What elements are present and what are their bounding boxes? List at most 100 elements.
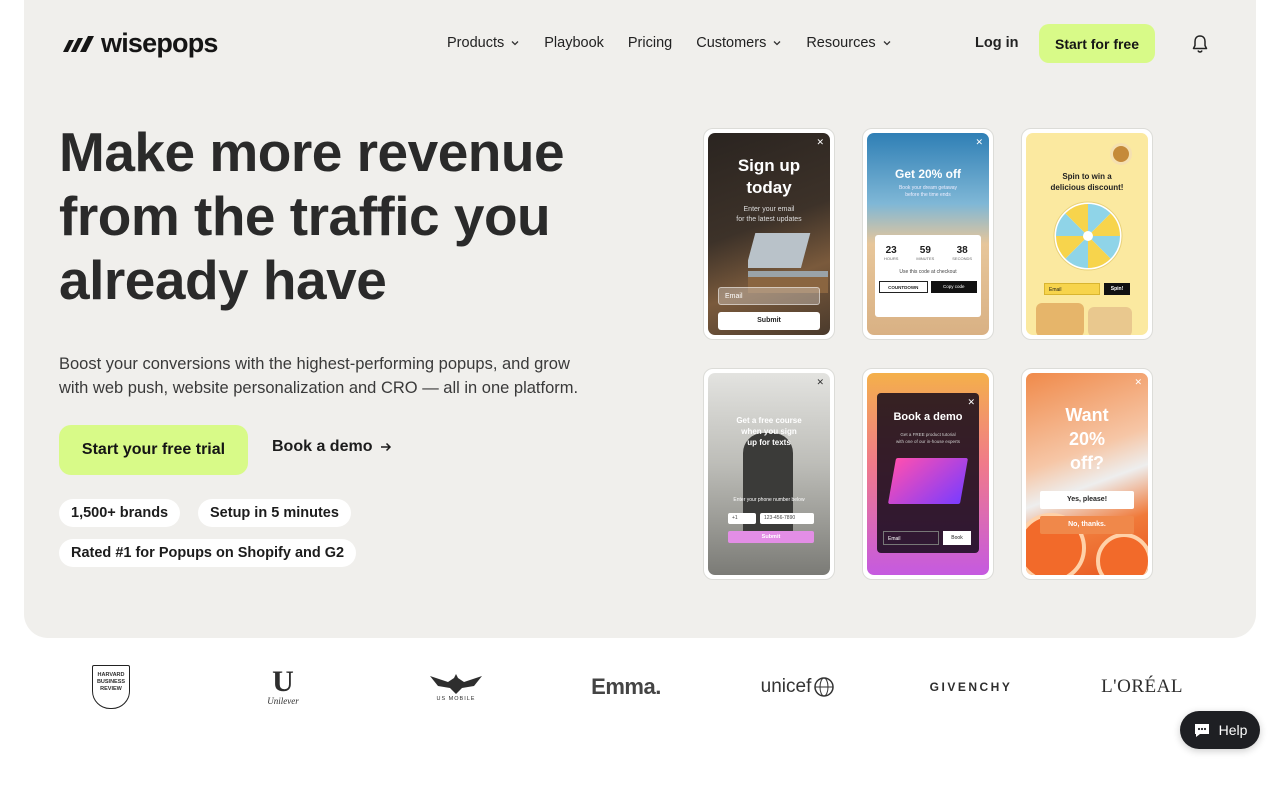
chevron-down-icon: [773, 41, 781, 46]
us-mobile-text: US MOBILE: [436, 696, 476, 702]
copy-code-button[interactable]: Copy code: [930, 281, 977, 293]
logo-harvard-business-review: HARVARD BUSINESS REVIEW: [90, 665, 132, 709]
chat-icon: [1194, 724, 1209, 737]
popup-title-line: when you sign: [741, 427, 797, 436]
popup-title-line: up for texts: [747, 438, 791, 447]
arrow-right-icon: [381, 442, 392, 452]
wisepops-logo-icon: [63, 35, 94, 52]
chevron-down-icon: [883, 41, 891, 46]
headline-line: from the traffic you: [59, 185, 551, 247]
popup-preview-course: ✕ Get a free course when you sign up for…: [703, 368, 835, 580]
prize-wheel: [1053, 201, 1123, 271]
help-chat-button[interactable]: Help: [1180, 711, 1260, 749]
nav-customers-label: Customers: [696, 35, 767, 51]
popup-preview-discount: ✕ Get 20% off Book your dream getaway be…: [862, 128, 994, 340]
countdown-value: 38: [956, 245, 968, 256]
email-field[interactable]: Email: [883, 531, 939, 545]
nav-customers[interactable]: Customers: [696, 35, 782, 51]
popup-title-line: Want: [1065, 405, 1109, 425]
help-label: Help: [1218, 722, 1248, 738]
popup-body-line: with one of our in-house experts: [895, 439, 961, 444]
logo-givenchy: GIVENCHY: [929, 680, 1013, 694]
yes-button[interactable]: Yes, please!: [1040, 491, 1134, 509]
logo-unilever: U Unilever: [258, 665, 308, 709]
start-free-trial-button[interactable]: Start your free trial: [59, 425, 248, 475]
popup-body-line: Enter your email: [743, 206, 795, 213]
popup-title-line: Spin to win a: [1062, 172, 1112, 181]
popup-title: Book a demo: [893, 411, 963, 423]
countdown-value: 23: [885, 245, 897, 256]
countdown-unit: 59 MINUTES: [916, 245, 934, 261]
hbr-text: HARVARD: [97, 672, 125, 678]
popup-title-line: delicious discount!: [1050, 183, 1124, 192]
close-icon[interactable]: ✕: [967, 397, 975, 408]
popup-title-line: Get a free course: [736, 416, 802, 425]
popup-body: Enter your phone number below: [733, 497, 805, 503]
popup-title-line: Sign up: [737, 156, 801, 175]
country-code-select[interactable]: +1: [728, 513, 756, 524]
headline-line: already have: [59, 249, 387, 311]
book-demo-label: Book a demo: [272, 438, 373, 455]
logo-us-mobile: US MOBILE: [426, 665, 486, 709]
popup-title-line: 20%: [1068, 429, 1106, 449]
nav-playbook[interactable]: Playbook: [544, 35, 604, 51]
headline-line: Make more revenue: [59, 121, 565, 183]
book-demo-link[interactable]: Book a demo: [272, 438, 392, 456]
wisepops-logo[interactable]: wisepops: [63, 28, 218, 59]
popup-title-line: today: [746, 178, 792, 197]
email-field[interactable]: Email: [718, 287, 820, 305]
hbr-shield: HARVARD BUSINESS REVIEW: [92, 665, 130, 709]
popup-preview-demo: ✕ Book a demo Get a FREE product tutoria…: [862, 368, 994, 580]
submit-button[interactable]: Submit: [718, 312, 820, 330]
cookies-image: [1036, 303, 1084, 335]
badge-setup: Setup in 5 minutes: [198, 499, 351, 527]
unilever-u-icon: U: [272, 665, 294, 698]
email-field[interactable]: Email: [1044, 283, 1100, 295]
popup-body-line: before the time ends: [905, 192, 951, 198]
close-icon[interactable]: ✕: [816, 137, 824, 148]
countdown-value: 59: [919, 245, 931, 256]
nav-products[interactable]: Products: [447, 35, 520, 51]
popup-preview-orange: ✕ Want 20% off? Yes, please! No, thanks.: [1021, 368, 1153, 580]
spin-button[interactable]: Spin!: [1104, 283, 1130, 295]
book-button[interactable]: Book: [943, 531, 971, 545]
logo-unicef: unicef: [752, 665, 844, 709]
popup-preview-wheel: Spin to win a delicious discount! Email …: [1021, 128, 1153, 340]
cookies-image: [1088, 307, 1132, 335]
nav-products-label: Products: [447, 35, 505, 51]
nav-pricing[interactable]: Pricing: [628, 35, 672, 51]
logo-emma: Emma.: [591, 674, 661, 699]
main-nav: Products Playbook Pricing Customers Reso…: [447, 35, 892, 51]
laptop-image: [887, 458, 969, 504]
nav-playbook-label: Playbook: [544, 35, 604, 51]
countdown-unit: 38 SECONDS: [952, 245, 972, 261]
phone-field[interactable]: 123-456-7890: [760, 513, 814, 524]
countdown-label: SECONDS: [952, 256, 973, 261]
hero-headline: Make more revenue from the traffic you a…: [59, 120, 679, 312]
popup-body-line: Book your dream getaway: [898, 185, 958, 191]
badge-rated: Rated #1 for Popups on Shopify and G2: [59, 539, 357, 567]
no-button[interactable]: No, thanks.: [1040, 516, 1134, 534]
code-note: Use this code at checkout: [899, 269, 957, 275]
nav-resources[interactable]: Resources: [806, 35, 891, 51]
close-icon[interactable]: ✕: [1134, 377, 1142, 388]
coffee-cup-image: [1110, 143, 1132, 165]
hero-subtitle: Boost your conversions with the highest-…: [59, 352, 659, 400]
logo-text: wisepops: [101, 28, 218, 58]
start-for-free-button[interactable]: Start for free: [1039, 24, 1155, 63]
submit-button[interactable]: Submit: [728, 531, 814, 543]
close-icon[interactable]: ✕: [816, 377, 824, 388]
orange-slice-image: [1096, 533, 1148, 575]
login-link[interactable]: Log in: [975, 35, 1019, 51]
countdown-label: HOURS: [883, 256, 899, 261]
countdown-unit: 23 HOURS: [884, 245, 898, 261]
eagle-icon: [430, 674, 482, 694]
hbr-text: REVIEW: [100, 686, 122, 692]
close-icon[interactable]: ✕: [975, 137, 983, 148]
discount-code: COUNTDOWN: [879, 281, 928, 293]
bell-icon[interactable]: [1189, 33, 1211, 55]
popup-body-line: for the latest updates: [736, 216, 802, 223]
laptop-image: [748, 233, 828, 293]
countdown-timer: 23 HOURS 59 MINUTES 38 SECONDS: [875, 235, 981, 261]
unicef-text: unicef: [760, 676, 812, 697]
